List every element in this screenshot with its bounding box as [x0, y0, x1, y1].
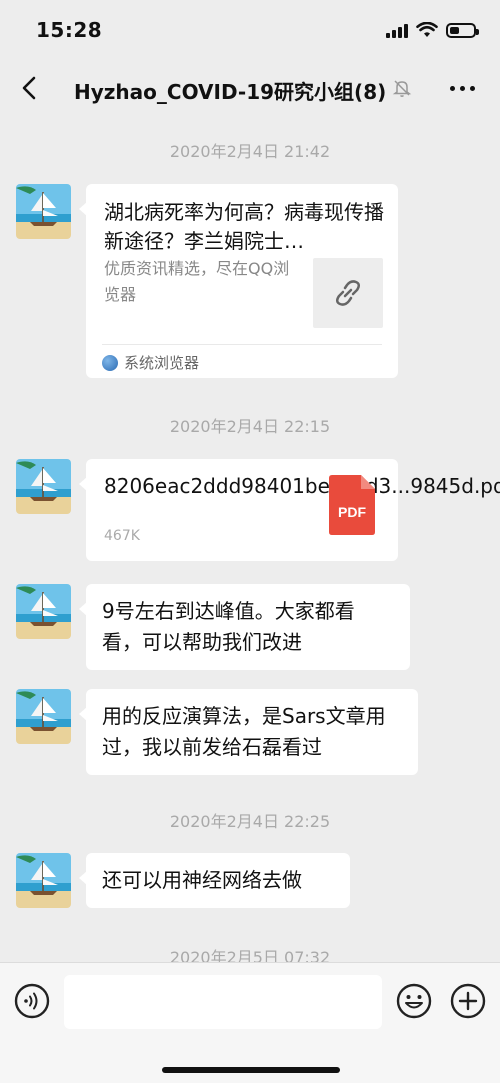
- file-message-card[interactable]: 8206eac2ddd98401bec8ad3...9845d.pdf 467K…: [79, 459, 500, 561]
- sailboat-avatar: [16, 184, 71, 239]
- sender-avatar[interactable]: [16, 184, 71, 239]
- sender-avatar[interactable]: [16, 689, 71, 744]
- link-icon: [336, 280, 360, 306]
- sailboat-avatar: [16, 459, 71, 514]
- home-indicator: [162, 1067, 340, 1073]
- sender-avatar[interactable]: [16, 459, 71, 514]
- file-size: 467K: [104, 528, 140, 544]
- bell-off-icon: [392, 80, 412, 97]
- emoji-button[interactable]: [396, 983, 432, 1019]
- plus-button[interactable]: [450, 983, 486, 1019]
- link-thumbnail: [313, 258, 383, 328]
- more-button[interactable]: [446, 76, 478, 100]
- status-bar: 15:28: [0, 0, 500, 60]
- pdf-label: PDF: [338, 504, 366, 520]
- sender-avatar[interactable]: [16, 853, 71, 908]
- globe-icon: [102, 354, 118, 371]
- battery-icon: [446, 22, 479, 38]
- status-time: 15:28: [36, 18, 103, 42]
- file-name: 8206eac2ddd98401bec8ad3...9845d.pdf: [104, 474, 500, 498]
- text-message[interactable]: 9号左右到达峰值。大家都看看，可以帮助我们改进: [79, 584, 410, 670]
- chat-timestamp: 2020年2月4日 22:15: [169, 417, 331, 436]
- more-dot: [469, 85, 475, 91]
- text-message[interactable]: 用的反应演算法，是Sars文章用过，我以前发给石磊看过: [79, 689, 418, 775]
- link-source-label: 系统浏览器: [124, 354, 200, 372]
- sailboat-avatar: [16, 584, 71, 639]
- sailboat-avatar: [16, 853, 71, 908]
- status-icons: [386, 20, 479, 40]
- signal-icon: [386, 22, 408, 38]
- input-bar: [0, 962, 500, 1083]
- link-message-card[interactable]: 湖北病死率为何高？病毒现传播新途径？李兰娟院士… 优质资讯精选，尽在QQ浏览器 …: [79, 184, 398, 378]
- link-description: 优质资讯精选，尽在QQ浏览器: [104, 259, 290, 304]
- chat-title: Hyzhao_COVID-19研究小组(8): [74, 80, 387, 104]
- sailboat-avatar: [16, 689, 71, 744]
- wifi-icon: [416, 22, 438, 37]
- more-dot: [459, 85, 465, 91]
- message-input[interactable]: [64, 975, 382, 1029]
- pdf-file-icon: PDF: [329, 475, 375, 535]
- link-divider: [102, 344, 382, 345]
- sender-avatar[interactable]: [16, 584, 71, 639]
- link-title: 湖北病死率为何高？病毒现传播新途径？李兰娟院士…: [104, 200, 384, 253]
- link-source: 系统浏览器: [102, 352, 199, 373]
- chat-timestamp: 2020年2月4日 22:25: [169, 812, 331, 831]
- more-dot: [449, 85, 455, 91]
- text-message[interactable]: 还可以用神经网络去做: [79, 853, 350, 908]
- voice-button[interactable]: [14, 983, 50, 1019]
- chat-header: Hyzhao_COVID-19研究小组(8): [0, 60, 500, 116]
- chat-timestamp: 2020年2月4日 21:42: [169, 142, 331, 161]
- back-button[interactable]: [16, 74, 44, 102]
